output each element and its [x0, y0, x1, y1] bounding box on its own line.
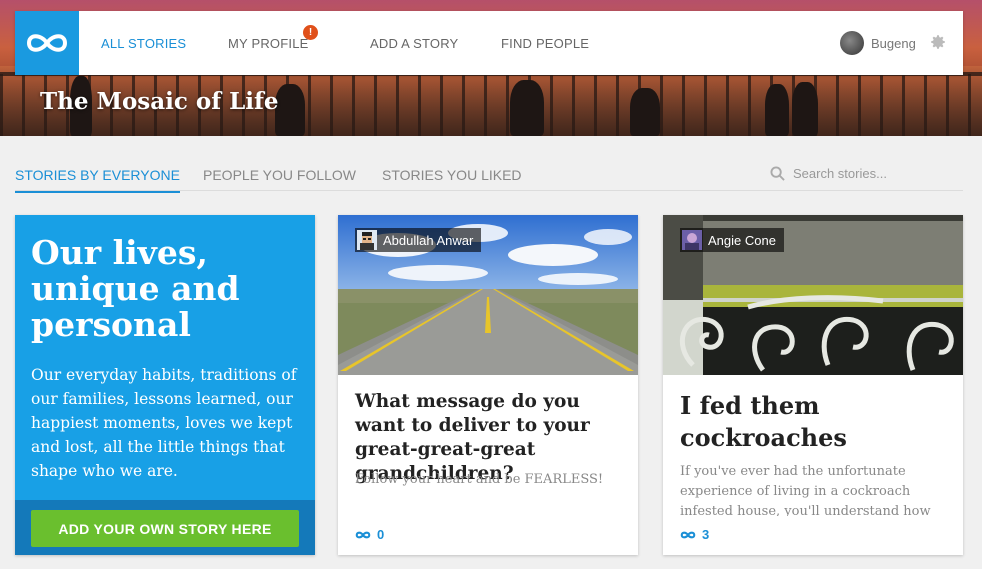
story-image[interactable]: Angie Cone — [663, 215, 963, 375]
like-count-value: 3 — [702, 527, 710, 542]
author-name: Angie Cone — [708, 232, 776, 248]
infinity-icon — [680, 531, 696, 538]
avatar — [682, 230, 702, 250]
story-image[interactable]: Abdullah Anwar — [338, 215, 638, 375]
tab-people-you-follow[interactable]: PEOPLE YOU FOLLOW — [203, 167, 356, 191]
author-tag[interactable]: Abdullah Anwar — [355, 228, 482, 252]
logo[interactable] — [15, 11, 79, 75]
avatar — [357, 230, 377, 250]
like-count[interactable]: 3 — [680, 527, 709, 542]
promo-footer: ADD YOUR OWN STORY HERE — [15, 500, 315, 555]
nav-all-stories[interactable]: ALL STORIES — [101, 36, 186, 51]
story-filter-tabs: STORIES BY EVERYONE PEOPLE YOU FOLLOW ST… — [15, 160, 963, 193]
author-name: Abdullah Anwar — [383, 232, 474, 248]
nav-add-a-story[interactable]: ADD A STORY — [370, 36, 458, 51]
search-icon — [770, 166, 785, 181]
tab-stories-you-liked[interactable]: STORIES YOU LIKED — [382, 167, 522, 191]
story-card[interactable]: Angie Cone I fed them cockroaches If you… — [663, 215, 963, 555]
banner-silhouette — [275, 84, 305, 136]
page-title: The Mosaic of Life — [40, 88, 279, 115]
tab-stories-by-everyone[interactable]: STORIES BY EVERYONE — [15, 167, 180, 193]
search-input[interactable] — [793, 166, 963, 181]
banner-silhouette — [510, 80, 544, 136]
like-count-value: 0 — [377, 527, 385, 542]
user-name[interactable]: Bugeng — [871, 36, 916, 51]
author-tag[interactable]: Angie Cone — [680, 228, 784, 252]
nav-find-people[interactable]: FIND PEOPLE — [501, 36, 589, 51]
story-excerpt: If you've ever had the unfortunate exper… — [680, 464, 931, 516]
search-box — [770, 166, 963, 181]
notification-badge: ! — [303, 25, 318, 40]
promo-card: Our lives, unique and personal Our every… — [15, 215, 315, 555]
story-title[interactable]: I fed them cockroaches — [680, 390, 950, 454]
gear-icon[interactable] — [929, 33, 947, 56]
infinity-icon — [26, 34, 68, 52]
promo-heading: Our lives, unique and personal — [31, 233, 240, 344]
banner-silhouette — [765, 84, 789, 136]
promo-text: Our everyday habits, traditions of our f… — [31, 366, 297, 480]
avatar[interactable] — [840, 31, 864, 55]
banner-silhouette — [630, 88, 660, 136]
story-excerpt: Follow your heart and be FEARLESS! — [355, 472, 604, 487]
banner-silhouette — [792, 82, 818, 136]
add-story-button[interactable]: ADD YOUR OWN STORY HERE — [31, 510, 299, 547]
infinity-icon — [355, 531, 371, 538]
top-navbar: ALL STORIES MY PROFILE ! ADD A STORY FIN… — [15, 11, 963, 75]
story-card[interactable]: Abdullah Anwar What message do you want … — [338, 215, 638, 555]
nav-my-profile[interactable]: MY PROFILE — [228, 36, 309, 51]
like-count[interactable]: 0 — [355, 527, 384, 542]
